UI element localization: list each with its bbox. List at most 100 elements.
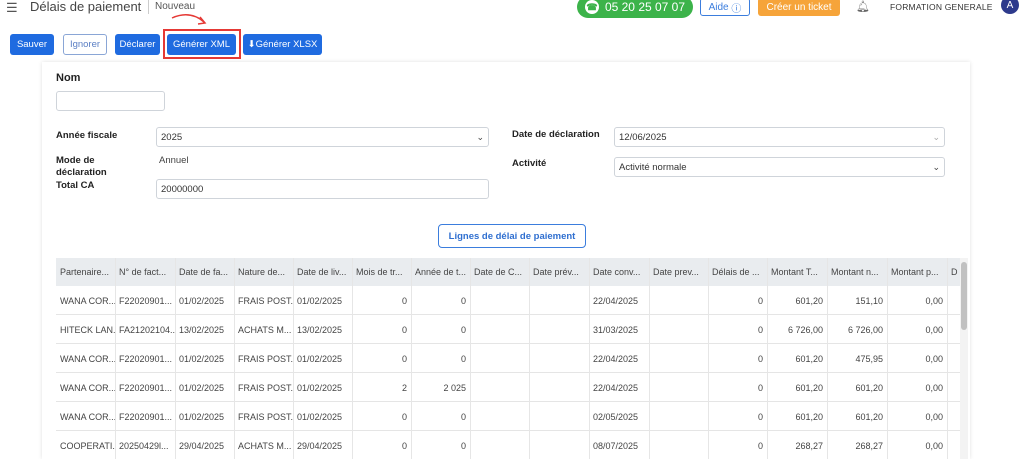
table-cell — [529, 373, 589, 402]
table-cell: 268,27 — [855, 440, 883, 451]
table-cell: 0 — [460, 440, 466, 451]
phone-number: 05 20 25 07 07 — [604, 0, 686, 14]
table-row[interactable]: WANA COR... F22020901... 01/02/2025 FRAIS P… — [56, 373, 960, 402]
column-header[interactable]: Nature de... — [234, 258, 293, 286]
table-cell: 01/02/2025 — [297, 411, 343, 422]
column-header[interactable]: Date conv... — [589, 258, 649, 286]
table-cell: 601,20 — [855, 411, 883, 422]
column-divider — [827, 258, 828, 459]
column-header[interactable]: Date de liv... — [293, 258, 352, 286]
table-cell: 0 — [401, 295, 407, 306]
declaration-date-field[interactable]: 12/06/2025 ⌄ — [614, 127, 945, 147]
table-cell: HITECK LAN... — [60, 324, 115, 335]
declaration-date-label: Date de déclaration — [512, 129, 600, 140]
table-cell: 01/02/2025 — [297, 382, 343, 393]
column-header[interactable]: Montant p... — [887, 258, 947, 286]
name-field[interactable] — [56, 91, 165, 111]
table-cell: ACHATS M... — [238, 440, 292, 451]
support-phone[interactable]: ☎ 05 20 25 07 07 — [577, 0, 693, 18]
table-cell: FRAIS POST... — [238, 382, 293, 393]
menu-icon[interactable]: ☰ — [6, 0, 18, 16]
help-button[interactable]: Aide ⓘ — [700, 0, 750, 16]
column-header[interactable]: Mois de tr... — [352, 258, 411, 286]
column-header[interactable]: Date prév... — [529, 258, 589, 286]
column-header[interactable]: Date de fa... — [175, 258, 234, 286]
chevron-down-icon: ⌄ — [932, 162, 940, 172]
save-button[interactable]: Sauver — [10, 34, 54, 55]
column-header[interactable]: N° de fact... — [115, 258, 175, 286]
avatar[interactable]: A — [1001, 0, 1019, 14]
table-cell: 601,20 — [795, 353, 823, 364]
table-cell: 0,00 — [925, 324, 943, 335]
table-cell: 0 — [757, 411, 763, 422]
table-cell: 0,00 — [925, 295, 943, 306]
table-cell: 475,95 — [855, 353, 883, 364]
fiscal-year-select[interactable]: 2025 ⌄ — [156, 127, 489, 147]
generate-xlsx-button[interactable]: ⬇ Générer XLSX — [243, 34, 322, 55]
table-cell: 0 — [757, 353, 763, 364]
table-row[interactable]: HITECK LAN... FA21202104... 13/02/2025 ACHA… — [56, 315, 960, 344]
table-row[interactable]: WANA COR... F22020901... 01/02/2025 FRAIS P… — [56, 286, 960, 315]
column-header[interactable]: D — [947, 258, 960, 286]
table-cell: 6 726,00 — [787, 324, 823, 335]
bell-icon[interactable]: 🔔︎ — [856, 0, 870, 13]
table-cell: 601,20 — [795, 295, 823, 306]
table-cell: 22/04/2025 — [593, 295, 639, 306]
table-cell: 2 025 — [443, 382, 466, 393]
table-row[interactable]: COOPERATI... 20250429l... 29/04/2025 ACHATS… — [56, 431, 960, 459]
table-cell — [529, 402, 589, 431]
table-cell: 0,00 — [925, 440, 943, 451]
declaration-mode-value: Annuel — [159, 155, 189, 166]
table-cell: 29/04/2025 — [179, 440, 225, 451]
table-row[interactable]: WANA COR... F22020901... 01/02/2025 FRAIS P… — [56, 344, 960, 373]
table-cell: 01/02/2025 — [297, 353, 343, 364]
headset-icon: ☎ — [584, 0, 599, 14]
table-cell: F22020901... — [119, 353, 173, 364]
column-header[interactable]: Montant n... — [827, 258, 887, 286]
table-cell: 0 — [757, 440, 763, 451]
table-cell: F22020901... — [119, 382, 173, 393]
table-row[interactable]: WANA COR... F22020901... 01/02/2025 FRAIS P… — [56, 402, 960, 431]
table-cell: WANA COR... — [60, 382, 115, 393]
company-name[interactable]: FORMATION GENERALE — [890, 2, 993, 12]
total-ca-field[interactable]: 20000000 — [156, 179, 489, 199]
activity-label: Activité — [512, 158, 547, 169]
table-cell: 13/02/2025 — [179, 324, 225, 335]
table-cell: 22/04/2025 — [593, 353, 639, 364]
declare-button[interactable]: Déclarer — [115, 34, 160, 55]
column-divider — [649, 258, 650, 459]
table-cell: 01/02/2025 — [179, 353, 225, 364]
table-cell — [529, 286, 589, 315]
table-cell — [649, 344, 708, 373]
column-header[interactable]: Partenaire... — [56, 258, 115, 286]
column-header[interactable]: Année de t... — [411, 258, 470, 286]
download-icon: ⬇ — [247, 39, 256, 50]
column-header[interactable]: Délais de ... — [708, 258, 767, 286]
table-cell: 601,20 — [795, 382, 823, 393]
action-toolbar: Sauver Ignorer Déclarer Générer XML ⬇ Gén… — [0, 34, 1024, 56]
table-cell: 601,20 — [795, 411, 823, 422]
table-cell — [470, 431, 529, 459]
payment-lines-tab[interactable]: Lignes de délai de paiement — [438, 224, 586, 248]
column-divider — [293, 258, 294, 459]
table-cell — [649, 373, 708, 402]
column-header[interactable]: Montant T... — [767, 258, 827, 286]
table-cell: 601,20 — [855, 382, 883, 393]
table-cell: 0 — [401, 324, 407, 335]
table-cell: FRAIS POST... — [238, 411, 293, 422]
table-cell: F22020901... — [119, 411, 173, 422]
table-cell: 0 — [757, 382, 763, 393]
column-divider — [947, 258, 948, 459]
column-divider — [887, 258, 888, 459]
scrollbar-thumb[interactable] — [961, 262, 967, 330]
chevron-down-icon: ⌄ — [932, 132, 940, 142]
column-header[interactable]: Date prev... — [649, 258, 708, 286]
column-header[interactable]: Date de C... — [470, 258, 529, 286]
ignore-button[interactable]: Ignorer — [63, 34, 107, 55]
table-header: Partenaire... N° de fact... Date de fa... N… — [56, 258, 960, 286]
activity-select[interactable]: Activité normale ⌄ — [614, 157, 945, 177]
table-cell: 08/07/2025 — [593, 440, 639, 451]
create-ticket-button[interactable]: Créer un ticket — [758, 0, 840, 16]
table-cell: 0 — [757, 295, 763, 306]
fiscal-year-value: 2025 — [161, 131, 183, 143]
